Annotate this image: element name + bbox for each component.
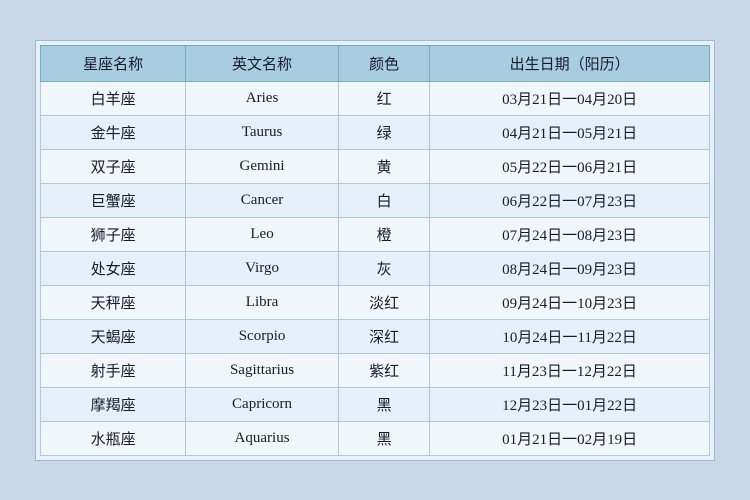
cell-english-name: Libra: [186, 285, 339, 319]
cell-dates: 05月22日一06月21日: [430, 149, 710, 183]
table-header-row: 星座名称 英文名称 颜色 出生日期（阳历）: [41, 45, 710, 81]
table-body: 白羊座Aries红03月21日一04月20日金牛座Taurus绿04月21日一0…: [41, 81, 710, 455]
cell-english-name: Capricorn: [186, 387, 339, 421]
cell-dates: 03月21日一04月20日: [430, 81, 710, 115]
cell-chinese-name: 天蝎座: [41, 319, 186, 353]
cell-chinese-name: 天秤座: [41, 285, 186, 319]
cell-color: 紫红: [338, 353, 429, 387]
cell-english-name: Taurus: [186, 115, 339, 149]
cell-color: 绿: [338, 115, 429, 149]
cell-english-name: Scorpio: [186, 319, 339, 353]
cell-english-name: Sagittarius: [186, 353, 339, 387]
cell-color: 黄: [338, 149, 429, 183]
table-row: 白羊座Aries红03月21日一04月20日: [41, 81, 710, 115]
cell-dates: 11月23日一12月22日: [430, 353, 710, 387]
cell-english-name: Virgo: [186, 251, 339, 285]
cell-dates: 07月24日一08月23日: [430, 217, 710, 251]
cell-chinese-name: 水瓶座: [41, 421, 186, 455]
table-row: 处女座Virgo灰08月24日一09月23日: [41, 251, 710, 285]
header-dates: 出生日期（阳历）: [430, 45, 710, 81]
zodiac-table: 星座名称 英文名称 颜色 出生日期（阳历） 白羊座Aries红03月21日一04…: [40, 45, 710, 456]
cell-chinese-name: 处女座: [41, 251, 186, 285]
cell-english-name: Aquarius: [186, 421, 339, 455]
table-row: 水瓶座Aquarius黑01月21日一02月19日: [41, 421, 710, 455]
cell-color: 白: [338, 183, 429, 217]
cell-chinese-name: 巨蟹座: [41, 183, 186, 217]
table-row: 狮子座Leo橙07月24日一08月23日: [41, 217, 710, 251]
table-row: 天蝎座Scorpio深红10月24日一11月22日: [41, 319, 710, 353]
cell-dates: 12月23日一01月22日: [430, 387, 710, 421]
cell-chinese-name: 白羊座: [41, 81, 186, 115]
table-row: 射手座Sagittarius紫红11月23日一12月22日: [41, 353, 710, 387]
cell-dates: 06月22日一07月23日: [430, 183, 710, 217]
cell-color: 橙: [338, 217, 429, 251]
header-color: 颜色: [338, 45, 429, 81]
cell-dates: 04月21日一05月21日: [430, 115, 710, 149]
cell-chinese-name: 狮子座: [41, 217, 186, 251]
cell-chinese-name: 摩羯座: [41, 387, 186, 421]
header-english-name: 英文名称: [186, 45, 339, 81]
cell-color: 淡红: [338, 285, 429, 319]
table-row: 天秤座Libra淡红09月24日一10月23日: [41, 285, 710, 319]
cell-dates: 09月24日一10月23日: [430, 285, 710, 319]
table-row: 巨蟹座Cancer白06月22日一07月23日: [41, 183, 710, 217]
cell-color: 灰: [338, 251, 429, 285]
cell-english-name: Leo: [186, 217, 339, 251]
table-row: 双子座Gemini黄05月22日一06月21日: [41, 149, 710, 183]
cell-color: 黑: [338, 387, 429, 421]
cell-dates: 10月24日一11月22日: [430, 319, 710, 353]
cell-english-name: Cancer: [186, 183, 339, 217]
cell-color: 深红: [338, 319, 429, 353]
zodiac-table-container: 星座名称 英文名称 颜色 出生日期（阳历） 白羊座Aries红03月21日一04…: [35, 40, 715, 461]
cell-dates: 01月21日一02月19日: [430, 421, 710, 455]
cell-color: 黑: [338, 421, 429, 455]
table-row: 摩羯座Capricorn黑12月23日一01月22日: [41, 387, 710, 421]
table-row: 金牛座Taurus绿04月21日一05月21日: [41, 115, 710, 149]
header-chinese-name: 星座名称: [41, 45, 186, 81]
cell-english-name: Aries: [186, 81, 339, 115]
cell-chinese-name: 射手座: [41, 353, 186, 387]
cell-chinese-name: 双子座: [41, 149, 186, 183]
cell-english-name: Gemini: [186, 149, 339, 183]
cell-dates: 08月24日一09月23日: [430, 251, 710, 285]
cell-color: 红: [338, 81, 429, 115]
cell-chinese-name: 金牛座: [41, 115, 186, 149]
